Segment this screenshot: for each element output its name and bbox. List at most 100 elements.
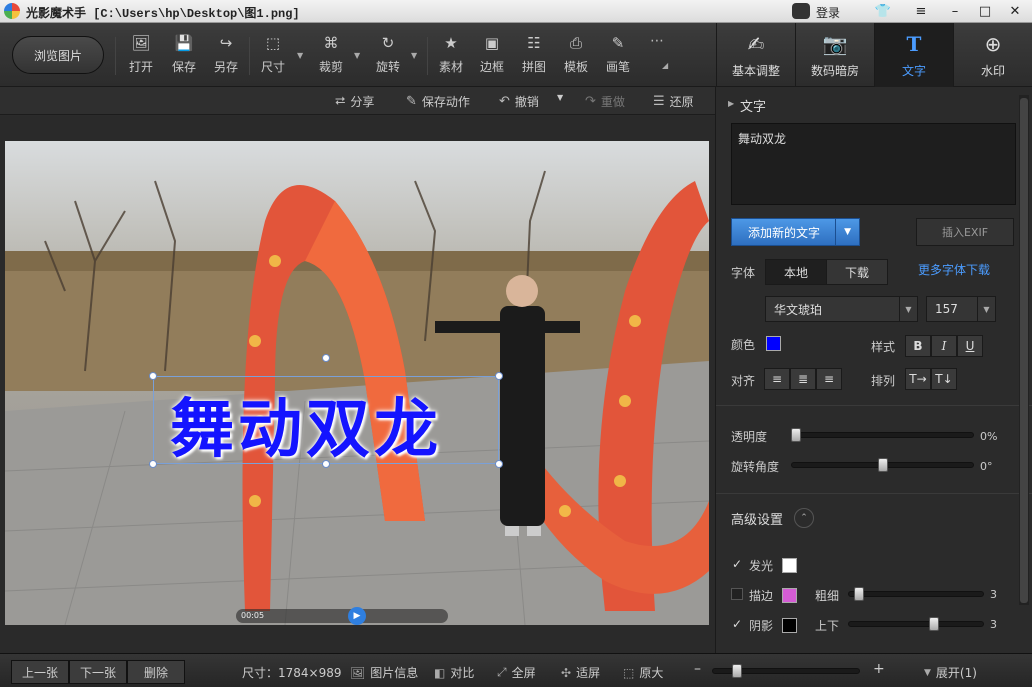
resize-button[interactable]: ⬚ 尺寸 (258, 33, 288, 79)
maximize-icon[interactable]: □ (970, 0, 1000, 23)
redo-button[interactable]: ↷ 重做 (585, 93, 625, 110)
adjust-icon: ✍ (747, 31, 765, 56)
text-content-input[interactable]: 舞动双龙 (731, 123, 1016, 205)
shadow-checkbox[interactable]: ✓ (731, 617, 743, 631)
expand-toolbar-icon[interactable]: ◢ (662, 61, 668, 70)
rotate-dropdown-icon[interactable]: ▼ (411, 51, 417, 60)
fullscreen-button[interactable]: ⤢ 全屏 (497, 664, 536, 681)
thickness-slider-thumb[interactable] (854, 587, 864, 601)
template-button[interactable]: ⎙ 模板 (561, 33, 591, 79)
vertical-offset-value: 3 (990, 618, 997, 631)
vertical-text-icon[interactable]: T↓ (931, 368, 957, 390)
glow-checkbox[interactable]: ✓ (731, 557, 743, 571)
brush-button[interactable]: ✎ 画笔 (603, 33, 633, 79)
tab-text[interactable]: T 文字 (874, 23, 953, 87)
rotate-button[interactable]: ↻ 旋转 (373, 33, 403, 79)
share-button[interactable]: ⮂ 分享 (335, 93, 374, 110)
zoom-out-icon[interactable]: – (694, 661, 701, 677)
brush-icon: ✎ (611, 34, 625, 52)
text-icon: T (906, 31, 922, 56)
text-color-swatch[interactable] (766, 336, 781, 351)
crop-button[interactable]: ⌘ 裁剪 (316, 33, 346, 79)
divider (115, 37, 116, 75)
resize-handle-top-right[interactable] (495, 372, 503, 380)
vertical-offset-slider-thumb[interactable] (929, 617, 939, 631)
font-source-download[interactable]: 下载 (826, 259, 888, 285)
camera-icon: 📷 (822, 31, 848, 56)
close-icon[interactable]: ✕ (1000, 0, 1030, 23)
avatar-icon[interactable] (792, 3, 810, 19)
align-center-icon[interactable]: ≣ (790, 368, 816, 390)
underline-button[interactable]: U (957, 335, 983, 357)
resize-handle-top-left[interactable] (149, 372, 157, 380)
original-size-icon: ⬚ (623, 665, 635, 680)
tab-digital-darkroom[interactable]: 📷 数码暗房 (795, 23, 874, 87)
more-fonts-link[interactable]: 更多字体下载 (918, 261, 990, 278)
compare-button[interactable]: ◧ 对比 (434, 664, 474, 681)
stroke-color-swatch[interactable] (782, 588, 797, 603)
border-button[interactable]: ▣ 边框 (477, 33, 507, 79)
resize-handle-bottom-right[interactable] (495, 460, 503, 468)
delete-button[interactable]: 删除 (127, 660, 185, 684)
bold-button[interactable]: B (905, 335, 931, 357)
vertical-offset-slider[interactable] (848, 621, 984, 627)
font-source-local[interactable]: 本地 (765, 259, 827, 285)
collapse-arrow-icon[interactable]: ▶ (728, 99, 734, 108)
minimize-icon[interactable]: – (940, 0, 970, 23)
thickness-slider[interactable] (848, 591, 984, 597)
restore-button[interactable]: ☰ 还原 (653, 93, 694, 110)
rotate-angle-slider-thumb[interactable] (877, 458, 888, 472)
crop-icon: ⌘ (323, 34, 339, 52)
save-as-button[interactable]: ↪ 另存 (211, 33, 241, 79)
menu-icon[interactable]: ≡ (906, 0, 936, 23)
next-image-button[interactable]: 下一张 (69, 660, 127, 684)
collapse-advanced-icon[interactable]: ⌃ (794, 508, 814, 528)
image-info-button[interactable]: 🖼 图片信息 (350, 664, 418, 681)
share-icon: ⮂ (335, 94, 346, 109)
previous-image-button[interactable]: 上一张 (11, 660, 69, 684)
resize-icon: ⬚ (265, 34, 281, 52)
align-right-icon[interactable]: ≡ (816, 368, 842, 390)
original-size-button[interactable]: ⬚ 原大 (623, 664, 663, 681)
border-icon: ▣ (484, 34, 500, 52)
save-action-button[interactable]: ✎ 保存动作 (406, 93, 470, 110)
undo-button[interactable]: ↶ 撤销 (499, 93, 539, 110)
rotate-handle[interactable] (322, 354, 330, 362)
open-button[interactable]: 🖼 打开 (126, 33, 156, 79)
fit-screen-button[interactable]: ✣ 适屏 (561, 664, 600, 681)
crop-dropdown-icon[interactable]: ▼ (354, 51, 360, 60)
more-icon[interactable]: ⋯ (650, 33, 664, 49)
shadow-label: 阴影 (749, 619, 774, 633)
insert-exif-button[interactable]: 插入EXIF (916, 218, 1014, 246)
resize-handle-bottom-left[interactable] (149, 460, 157, 468)
shadow-color-swatch[interactable] (782, 618, 797, 633)
image-canvas[interactable]: 舞动双龙 00:05 ▶ (0, 116, 715, 653)
zoom-slider-thumb[interactable] (732, 664, 742, 678)
overlay-text[interactable]: 舞动双龙 (170, 378, 442, 470)
horizontal-text-icon[interactable]: T→ (905, 368, 931, 390)
italic-button[interactable]: I (931, 335, 957, 357)
font-size-select[interactable]: 157 ▼ (926, 296, 996, 322)
undo-dropdown-icon[interactable]: ▼ (557, 93, 563, 102)
glow-color-swatch[interactable] (782, 558, 797, 573)
resize-dropdown-icon[interactable]: ▼ (297, 51, 303, 60)
tab-watermark[interactable]: ⊕ 水印 (953, 23, 1032, 87)
browse-images-button[interactable]: 浏览图片 (12, 36, 104, 74)
align-left-icon[interactable]: ≡ (764, 368, 790, 390)
tab-basic-adjust[interactable]: ✍ 基本调整 (716, 23, 795, 87)
font-name-select[interactable]: 华文琥珀 ▼ (765, 296, 918, 322)
login-link[interactable]: 登录 (816, 4, 840, 21)
add-text-dropdown-icon[interactable]: ▼ (835, 219, 859, 245)
add-text-button[interactable]: 添加新的文字 ▼ (731, 218, 860, 246)
opacity-slider-thumb[interactable] (791, 428, 801, 442)
material-button[interactable]: ★ 素材 (436, 33, 466, 79)
stroke-checkbox[interactable] (731, 588, 743, 600)
collage-button[interactable]: ☷ 拼图 (519, 33, 549, 79)
arrange-label: 排列 (871, 374, 896, 388)
save-button[interactable]: 💾 保存 (169, 33, 199, 79)
opacity-slider[interactable] (791, 432, 974, 438)
panel-scrollbar-thumb[interactable] (1020, 98, 1028, 603)
zoom-in-icon[interactable]: + (873, 661, 885, 677)
skin-icon[interactable]: 👕 (868, 0, 898, 23)
expand-filmstrip-button[interactable]: ▼ 展开(1) (924, 664, 977, 681)
